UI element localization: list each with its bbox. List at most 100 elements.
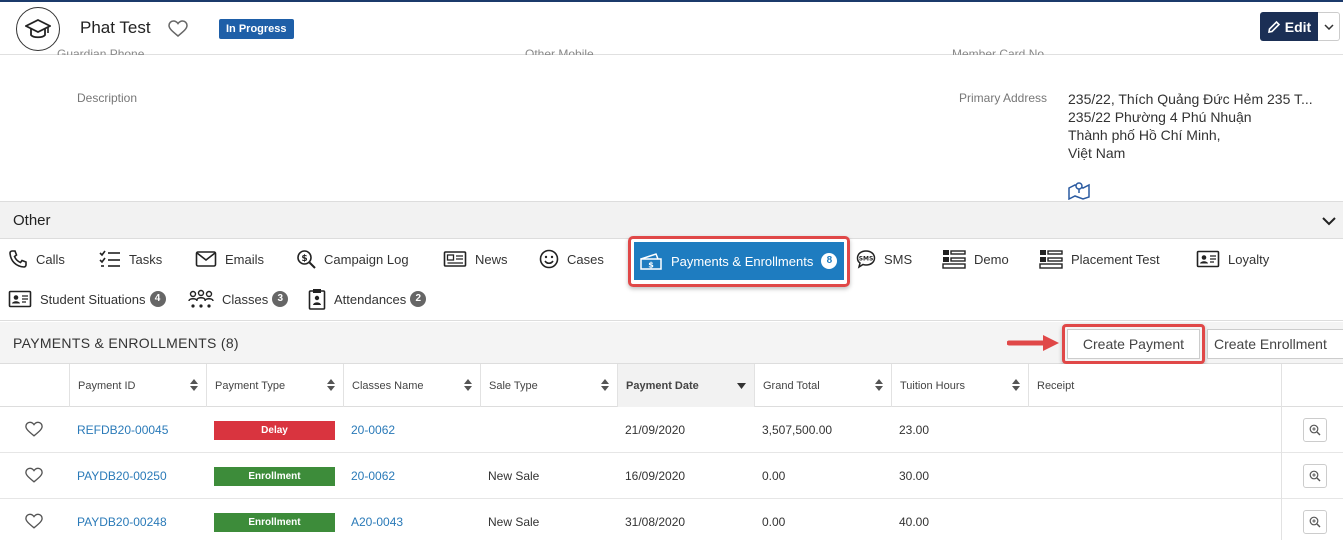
tab-label: Calls <box>36 251 65 267</box>
tab-news[interactable]: News <box>443 246 508 272</box>
tab-label: Classes <box>222 291 269 307</box>
favorite-heart-icon[interactable] <box>25 513 43 530</box>
edit-dropdown-button[interactable] <box>1318 12 1340 41</box>
address-line: 235/22, Thích Quảng Đức Hẻm 235 T... <box>1068 91 1313 107</box>
column-label: Payment ID <box>78 379 136 392</box>
edit-button[interactable]: Edit <box>1260 12 1318 41</box>
grand-total-cell: 0.00 <box>762 469 786 483</box>
record-header: Phat Test In Progress <box>0 2 1343 55</box>
placement-icon <box>1039 250 1063 269</box>
status-badge: In Progress <box>219 19 294 39</box>
column-label: Receipt <box>1037 379 1075 392</box>
column-label: Grand Total <box>763 379 820 392</box>
tab-label: Placement Test <box>1071 251 1160 267</box>
sort-icon <box>875 379 883 391</box>
payment-id-link[interactable]: PAYDB20-00250 <box>77 453 167 499</box>
address-line: Việt Nam <box>1068 145 1126 161</box>
class-link[interactable]: 20-0062 <box>351 453 395 499</box>
payment-id-link[interactable]: PAYDB20-00248 <box>77 499 167 540</box>
tab-label: Student Situations <box>40 291 146 307</box>
sort-icon <box>464 379 472 391</box>
map-icon[interactable] <box>1067 180 1091 203</box>
tab-loyalty[interactable]: Loyalty <box>1196 246 1269 272</box>
tab-student-situations[interactable]: Student Situations 4 <box>8 286 166 312</box>
column-classes-name[interactable]: Classes Name <box>343 364 480 407</box>
tab-count-badge: 8 <box>821 253 838 269</box>
column-tuition-hours[interactable]: Tuition Hours <box>891 364 1028 407</box>
red-arrow-icon <box>1006 333 1061 356</box>
column-label: Payment Type <box>215 379 286 392</box>
phone-icon <box>9 250 27 268</box>
newspaper-icon <box>443 251 467 267</box>
address-line: Thành phố Hồ Chí Minh, <box>1068 127 1221 143</box>
tab-count-badge: 2 <box>410 291 427 307</box>
tab-label: Emails <box>225 251 265 267</box>
tab-count-badge: 3 <box>272 291 289 307</box>
payment-date-cell: 16/09/2020 <box>625 469 686 483</box>
other-mobile-label: Other Mobile <box>525 47 594 55</box>
column-label: Payment Date <box>626 379 699 392</box>
favorite-heart-icon[interactable] <box>168 20 188 38</box>
tab-payments-enrollments[interactable]: $ Payments & Enrollments 8 <box>634 242 844 280</box>
payment-date-cell: 21/09/2020 <box>625 423 686 437</box>
other-section-header[interactable]: Other <box>0 201 1343 239</box>
pencil-icon <box>1267 20 1280 33</box>
column-grand-total[interactable]: Grand Total <box>754 364 891 407</box>
column-payment-type[interactable]: Payment Type <box>206 364 343 407</box>
tab-label: News <box>475 251 508 267</box>
tab-label: Cases <box>567 251 604 267</box>
payment-id-link[interactable]: REFDB20-00045 <box>77 407 168 453</box>
column-payment-date[interactable]: Payment Date <box>617 364 754 407</box>
tab-sms[interactable]: SMS SMS <box>856 246 912 272</box>
zoom-preview-button[interactable] <box>1303 418 1327 442</box>
sms-icon: SMS <box>856 250 876 269</box>
tab-placement-test[interactable]: Placement Test <box>1039 246 1160 272</box>
tab-classes[interactable]: Classes 3 <box>188 286 289 312</box>
tab-label: Tasks <box>129 251 163 267</box>
zoom-in-icon <box>1309 516 1321 528</box>
class-link[interactable]: A20-0043 <box>351 499 403 540</box>
subpanel-title: PAYMENTS & ENROLLMENTS (8) <box>13 335 239 351</box>
column-divider <box>1281 499 1282 540</box>
tab-calls[interactable]: Calls <box>8 246 65 272</box>
tab-emails[interactable]: Emails <box>195 246 264 272</box>
favorite-heart-icon[interactable] <box>25 467 43 484</box>
tab-campaign-log[interactable]: $ Campaign Log <box>296 246 409 272</box>
group-icon <box>188 289 214 308</box>
zoom-in-icon <box>1309 470 1321 482</box>
table-row: REFDB20-00045 Delay 20-0062 21/09/2020 3… <box>0 407 1343 453</box>
table-row: PAYDB20-00250 Enrollment 20-0062 New Sal… <box>0 453 1343 499</box>
payment-type-badge: Delay <box>214 420 335 440</box>
grand-total-cell: 0.00 <box>762 515 786 529</box>
chevron-down-icon[interactable] <box>1322 214 1336 229</box>
tuition-hours-cell: 30.00 <box>899 469 930 483</box>
create-enrollment-button[interactable]: Create Enrollment <box>1207 329 1343 359</box>
svg-text:SMS: SMS <box>859 256 874 263</box>
guardian-phone-label: Guardian Phone <box>57 47 145 55</box>
svg-text:$: $ <box>301 254 307 264</box>
class-link[interactable]: 20-0062 <box>351 407 395 453</box>
zoom-preview-button[interactable] <box>1303 510 1327 534</box>
table-header: Payment ID Payment Type Classes Name Sal… <box>0 364 1343 407</box>
column-payment-id[interactable]: Payment ID <box>69 364 206 407</box>
tuition-hours-cell: 23.00 <box>899 423 930 437</box>
table-row: PAYDB20-00248 Enrollment A20-0043 New Sa… <box>0 499 1343 540</box>
section-title: Other <box>13 212 51 229</box>
zoom-in-icon <box>1309 424 1321 436</box>
column-sale-type[interactable]: Sale Type <box>480 364 617 407</box>
chevron-down-icon <box>1323 23 1334 30</box>
sort-icon <box>327 379 335 391</box>
tab-label: Attendances <box>334 291 407 307</box>
tab-attendances[interactable]: Attendances 2 <box>308 286 427 312</box>
tab-cases[interactable]: Cases <box>539 246 604 272</box>
tab-demo[interactable]: Demo <box>942 246 1009 272</box>
sort-icon <box>1012 379 1020 391</box>
column-label: Classes Name <box>352 379 424 392</box>
create-payment-button[interactable]: Create Payment <box>1067 329 1200 359</box>
tab-label: Demo <box>974 251 1009 267</box>
tab-tasks[interactable]: Tasks <box>99 246 162 272</box>
favorite-heart-icon[interactable] <box>25 421 43 438</box>
tab-label: SMS <box>884 251 913 267</box>
zoom-preview-button[interactable] <box>1303 464 1327 488</box>
column-divider <box>1281 407 1282 453</box>
